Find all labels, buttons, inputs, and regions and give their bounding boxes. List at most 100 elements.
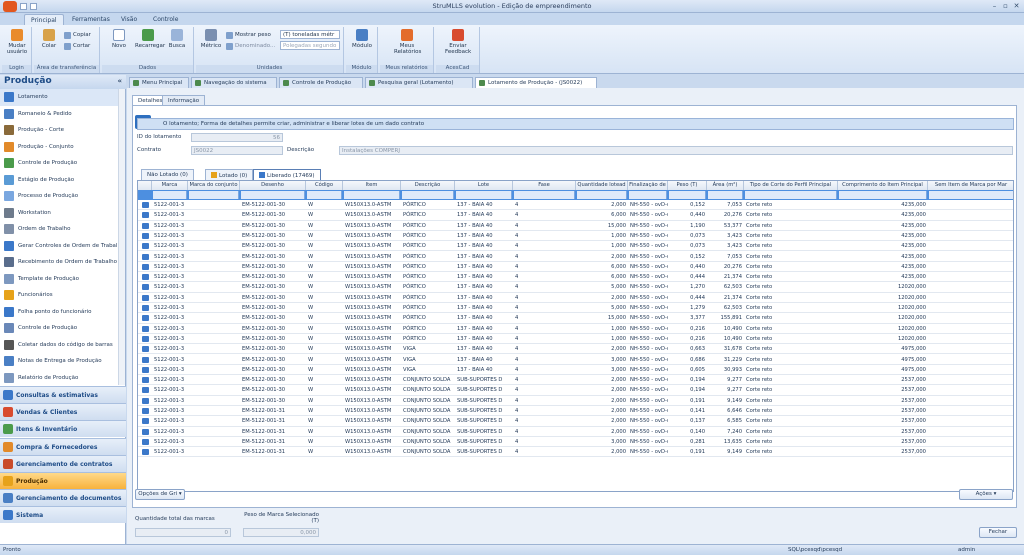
filter-cell[interactable] <box>189 191 239 199</box>
column-header[interactable]: Comprimento do Item Principal <box>838 181 928 190</box>
filter-cell[interactable] <box>307 191 342 199</box>
doc-tab-general-search[interactable]: Pesquisa geral (Lotamento) <box>365 77 473 88</box>
doc-tab-navigation[interactable]: Navegação do sistema <box>191 77 277 88</box>
id-field[interactable]: 56 <box>191 133 283 142</box>
table-row[interactable]: 5122-001-3 EM-5122-001-31 W W150X13.0-ASTM C… <box>138 406 1013 417</box>
filter-cell[interactable] <box>629 191 667 199</box>
reload-button[interactable]: Recarregar <box>135 29 165 49</box>
column-header[interactable]: Sem Item de Marca por Mar <box>928 181 1013 190</box>
nav-category[interactable]: Vendas & Clientes <box>0 403 126 421</box>
nav-item[interactable]: Relatório de Produção <box>0 370 118 387</box>
nav-category[interactable]: Produção <box>0 472 126 489</box>
nav-item[interactable]: Controle de Produção <box>0 155 118 172</box>
doc-tab-production-control[interactable]: Controle de Produção <box>279 77 363 88</box>
weight-unit-select[interactable]: (T) toneladas métr <box>280 30 340 39</box>
filter-cell[interactable] <box>344 191 400 199</box>
nav-category[interactable]: Gerenciamento de documentos <box>0 489 126 507</box>
subtab-liberado[interactable]: Liberado (17469) <box>253 169 321 180</box>
table-row[interactable]: 5122-001-3 EM-5122-001-30 W W150X13.0-ASTM C… <box>138 385 1013 396</box>
change-user-button[interactable]: Mudar usuário <box>4 29 30 55</box>
collapse-icon[interactable]: « <box>117 77 122 85</box>
close-button[interactable]: ✕ <box>1012 2 1021 10</box>
nav-item[interactable]: Produção - Corte <box>0 122 118 139</box>
show-weight-toggle[interactable]: Mostrar peso <box>226 31 271 40</box>
filter-cell[interactable] <box>839 191 927 199</box>
column-header[interactable]: Fase <box>513 181 576 190</box>
table-row[interactable]: 5122-001-3 EM-5122-001-30 W W150X13.0-ASTM P… <box>138 303 1013 314</box>
cut-button[interactable]: Cortar <box>64 42 90 51</box>
doc-tab-lotamento[interactable]: Lotamento de Produção - (JS0022) <box>475 77 597 88</box>
ribbon-tab-ferramentas[interactable]: Ferramentas <box>66 14 116 25</box>
column-header[interactable]: Tipo de Corte do Perfil Principal <box>744 181 838 190</box>
table-row[interactable]: 5122-001-3 EM-5122-001-30 W W150X13.0-ASTM P… <box>138 241 1013 252</box>
table-row[interactable]: 5122-001-3 EM-5122-001-30 W W150X13.0-ASTM P… <box>138 210 1013 221</box>
nav-category[interactable]: Itens & Inventário <box>0 420 126 438</box>
grid-options-button[interactable]: Opções de Gri ▾ <box>135 489 185 500</box>
descricao-field[interactable]: Instalações COMPERJ <box>339 146 1013 155</box>
nav-category[interactable]: Consultas & estimativas <box>0 386 126 403</box>
filter-cell[interactable] <box>577 191 627 199</box>
send-feedback-button[interactable]: Enviar Feedback <box>445 29 471 55</box>
search-button[interactable]: Busca <box>164 29 190 49</box>
column-header[interactable]: Marca do conjunto <box>188 181 240 190</box>
subtab-lotado[interactable]: Lotado (0) <box>205 169 254 180</box>
my-reports-button[interactable]: Meus Relatórios <box>394 29 421 55</box>
filter-cell[interactable] <box>514 191 575 199</box>
nav-category[interactable]: Sistema <box>0 506 126 524</box>
nav-item[interactable]: Funcionários <box>0 287 118 304</box>
filter-cell[interactable] <box>708 191 743 199</box>
table-row[interactable]: 5122-001-3 EM-5122-001-30 W W150X13.0-ASTM P… <box>138 262 1013 273</box>
nav-item[interactable]: Lotamento <box>0 89 118 106</box>
column-header[interactable]: Peso (T) <box>668 181 707 190</box>
nav-item[interactable]: Workstation <box>0 205 118 222</box>
table-row[interactable]: 5122-001-3 EM-5122-001-30 W W150X13.0-ASTM P… <box>138 231 1013 242</box>
grid-corner[interactable] <box>138 181 152 190</box>
table-row[interactable]: 5122-001-3 EM-5122-001-30 W W150X13.0-ASTM P… <box>138 272 1013 283</box>
table-row[interactable]: 5122-001-3 EM-5122-001-30 W W150X13.0-ASTM V… <box>138 365 1013 376</box>
length-unit-select[interactable]: Polegadas segundo <box>280 41 340 50</box>
filter-row[interactable] <box>138 190 1013 200</box>
filter-cell[interactable] <box>241 191 305 199</box>
column-header[interactable]: Área (m²) <box>707 181 744 190</box>
table-row[interactable]: 5122-001-3 EM-5122-001-30 W W150X13.0-ASTM P… <box>138 293 1013 303</box>
table-row[interactable]: 5122-001-3 EM-5122-001-30 W W150X13.0-ASTM C… <box>138 375 1013 386</box>
nav-item[interactable]: Estágio de Produção <box>0 172 118 189</box>
table-row[interactable]: 5122-001-3 EM-5122-001-30 W W150X13.0-ASTM P… <box>138 324 1013 334</box>
table-row[interactable]: 5122-001-3 EM-5122-001-30 W W150X13.0-ASTM C… <box>138 396 1013 406</box>
column-header[interactable]: Marca <box>152 181 188 190</box>
nav-item[interactable]: Controle de Produção <box>0 320 118 337</box>
table-row[interactable]: 5122-001-3 EM-5122-001-30 W W150X13.0-ASTM P… <box>138 282 1013 293</box>
table-row[interactable]: 5122-001-3 EM-5122-001-30 W W150X13.0-ASTM V… <box>138 355 1013 365</box>
ribbon-tab-visao[interactable]: Visão <box>115 14 143 25</box>
table-row[interactable]: 5122-001-3 EM-5122-001-31 W W150X13.0-ASTM C… <box>138 437 1013 448</box>
table-row[interactable]: 5122-001-3 EM-5122-001-30 W W150X13.0-ASTM V… <box>138 344 1013 355</box>
nav-scrollbar[interactable] <box>118 89 125 385</box>
nav-item[interactable]: Processo de Produção <box>0 188 118 205</box>
filter-cell[interactable] <box>929 191 1013 199</box>
column-header[interactable]: Item <box>343 181 401 190</box>
ribbon-tab-controle[interactable]: Controle <box>147 14 184 25</box>
module-button[interactable]: Módulo <box>349 29 375 49</box>
maximize-button[interactable]: ▫ <box>1001 2 1010 10</box>
contrato-field[interactable]: JS0022 <box>191 146 283 155</box>
column-header[interactable]: Código <box>306 181 343 190</box>
column-header[interactable]: Quantidade lotead <box>576 181 628 190</box>
filter-cell[interactable] <box>745 191 837 199</box>
table-row[interactable]: 5122-001-3 EM-5122-001-30 W W150X13.0-ASTM P… <box>138 334 1013 345</box>
fechar-button[interactable]: Fechar <box>979 527 1017 538</box>
column-header[interactable]: Lote <box>455 181 513 190</box>
table-row[interactable]: 5122-001-3 EM-5122-001-30 W W150X13.0-ASTM P… <box>138 313 1013 324</box>
subtab-nao-lotado[interactable]: Não Lotado (0) <box>141 169 194 180</box>
nav-item[interactable]: Notas de Entrega de Produção <box>0 353 118 370</box>
column-header[interactable]: Finalização de <box>628 181 668 190</box>
metric-button[interactable]: Métrico <box>198 29 224 49</box>
nav-category[interactable]: Gerenciamento de contratos <box>0 454 126 472</box>
nav-item[interactable]: Romaneio & Pedido <box>0 106 118 123</box>
denominated-toggle[interactable]: Denominado... <box>226 42 275 51</box>
filter-cell[interactable] <box>153 191 187 199</box>
nav-item[interactable]: Recebimento de Ordem de Trabalho <box>0 254 118 271</box>
filter-cell[interactable] <box>456 191 512 199</box>
table-row[interactable]: 5122-001-3 EM-5122-001-31 W W150X13.0-ASTM C… <box>138 427 1013 437</box>
ribbon-tab-principal[interactable]: Principal <box>24 14 64 25</box>
paste-button[interactable]: Colar <box>36 29 62 49</box>
